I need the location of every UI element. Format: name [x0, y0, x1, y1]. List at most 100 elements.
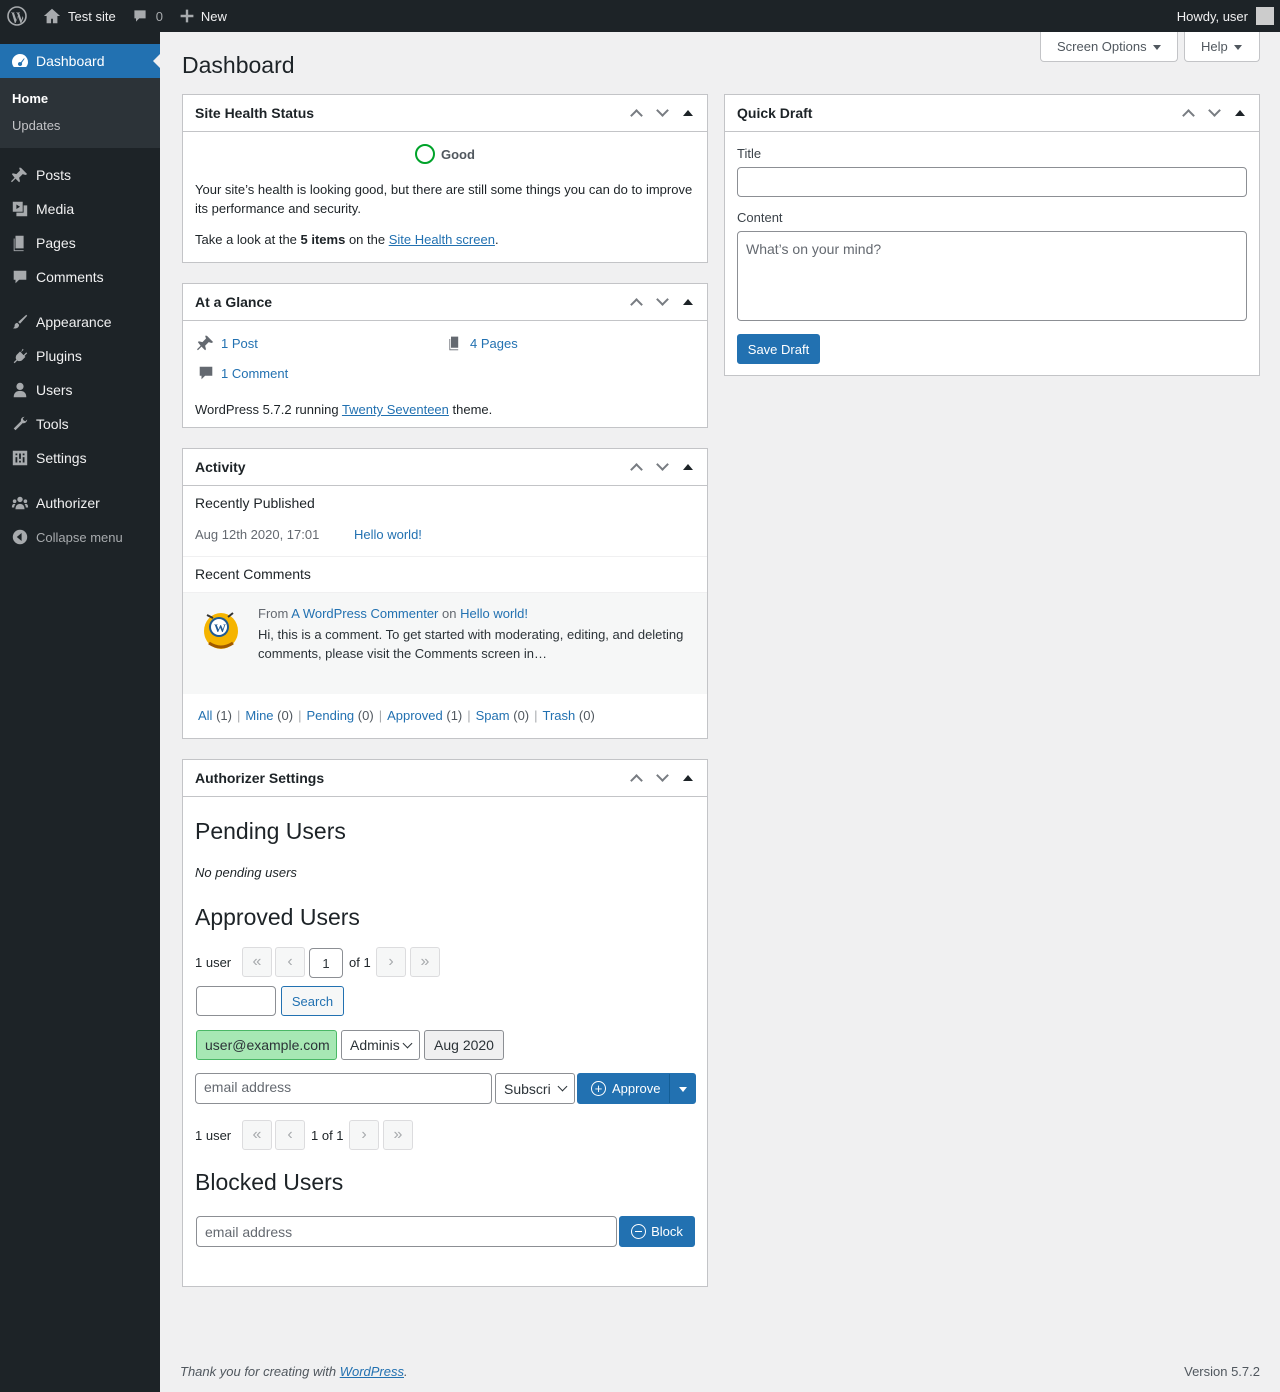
wordpress-logo-icon[interactable]	[0, 0, 35, 32]
new-label: New	[200, 8, 227, 24]
sidebar-item-users[interactable]: Users	[0, 373, 160, 407]
comments-link[interactable]: 0	[124, 0, 171, 32]
move-down-button[interactable]	[649, 284, 675, 320]
health-items-text: Take a look at the 5 items on the Site H…	[195, 232, 499, 247]
move-down-button[interactable]	[649, 449, 675, 485]
filter-mine-link[interactable]: Mine	[245, 708, 273, 723]
theme-link[interactable]: Twenty Seventeen	[342, 402, 449, 417]
sidebar-item-label: Comments	[36, 269, 104, 285]
block-email-input[interactable]: email address	[196, 1216, 617, 1247]
commenter-link[interactable]: A WordPress Commenter	[291, 606, 438, 621]
last-page-button[interactable]: »	[410, 947, 440, 977]
bottom-user-count: 1 user	[195, 1128, 232, 1143]
site-name-link[interactable]: Test site	[35, 0, 124, 32]
minus-circle-icon	[631, 1224, 647, 1239]
sidebar-item-posts[interactable]: Posts	[0, 158, 160, 192]
bottom-prev-page-button[interactable]: ‹	[275, 1120, 305, 1150]
toggle-panel-button[interactable]	[1227, 95, 1253, 131]
approved-user-email[interactable]: user@example.com	[196, 1030, 337, 1060]
blocked-users-heading: Blocked Users	[195, 1169, 344, 1195]
save-draft-button[interactable]: Save Draft	[737, 334, 820, 364]
draft-title-input[interactable]	[737, 167, 1247, 197]
sidebar-item-settings[interactable]: Settings	[0, 441, 160, 475]
sidebar-item-dashboard[interactable]: Dashboard	[0, 44, 160, 78]
screen-options-button[interactable]: Screen Options	[1040, 32, 1178, 62]
glance-comments[interactable]: 1 Comment	[197, 364, 288, 382]
block-button[interactable]: Block	[619, 1216, 695, 1247]
footer-version: Version 5.7.2	[1184, 1364, 1260, 1379]
dropdown-arrow-icon	[1233, 44, 1242, 54]
comment-filters: All (1) | Mine (0) | Pending (0) | Approved…	[198, 708, 595, 723]
posts-count-link[interactable]: 1 Post	[221, 336, 258, 351]
toggle-panel-button[interactable]	[675, 760, 701, 796]
sidebar-item-appearance[interactable]: Appearance	[0, 305, 160, 339]
toggle-panel-button[interactable]	[675, 95, 701, 131]
sidebar-item-comments[interactable]: Comments	[0, 260, 160, 294]
current-page-input[interactable]: 1	[309, 948, 343, 978]
move-up-button[interactable]	[623, 760, 649, 796]
my-account-link[interactable]: Howdy, user	[1169, 0, 1280, 32]
move-down-button[interactable]	[649, 95, 675, 131]
toggle-panel-button[interactable]	[675, 284, 701, 320]
collapse-menu-button[interactable]: Collapse menu	[0, 520, 160, 554]
move-up-button[interactable]	[623, 284, 649, 320]
recent-comments-heading: Recent Comments	[195, 566, 311, 582]
bottom-last-page-button[interactable]: »	[383, 1120, 413, 1150]
chevron-down-icon	[402, 1038, 413, 1049]
screen-options-label: Screen Options	[1057, 39, 1147, 54]
move-down-button[interactable]	[649, 760, 675, 796]
search-users-input[interactable]	[196, 986, 276, 1016]
search-button[interactable]: Search	[281, 986, 344, 1016]
approve-dropdown-toggle[interactable]	[669, 1074, 695, 1103]
comments-count-link[interactable]: 1 Comment	[221, 366, 288, 381]
help-button[interactable]: Help	[1184, 32, 1260, 62]
move-up-button[interactable]	[623, 449, 649, 485]
new-content-link[interactable]: New	[171, 0, 235, 32]
health-status: Good	[415, 144, 475, 164]
approve-button[interactable]: + Approve	[577, 1073, 696, 1104]
chevron-up-icon	[629, 109, 643, 122]
move-up-button[interactable]	[1175, 95, 1201, 131]
site-health-link[interactable]: Site Health screen	[389, 232, 495, 247]
sidebar-item-tools[interactable]: Tools	[0, 407, 160, 441]
comment-post-link[interactable]: Hello world!	[460, 606, 528, 621]
submenu-item-updates[interactable]: Updates	[0, 112, 160, 139]
approved-user-role-select[interactable]: Adminis	[341, 1030, 420, 1060]
new-user-email-input[interactable]: email address	[195, 1073, 492, 1104]
page-title: Dashboard	[182, 52, 295, 78]
health-status-label: Good	[441, 146, 475, 162]
filter-approved-link[interactable]: Approved	[387, 708, 443, 723]
new-user-role-select[interactable]: Subscri	[495, 1073, 575, 1104]
chevron-up-icon	[629, 298, 643, 311]
sidebar-item-plugins[interactable]: Plugins	[0, 339, 160, 373]
sidebar-item-pages[interactable]: Pages	[0, 226, 160, 260]
bottom-next-page-button[interactable]: ›	[349, 1120, 379, 1150]
filter-pending-link[interactable]: Pending	[306, 708, 354, 723]
sidebar-item-media[interactable]: Media	[0, 192, 160, 226]
first-page-button[interactable]: «	[242, 947, 272, 977]
chevron-down-icon	[655, 104, 669, 117]
pages-count-link[interactable]: 4 Pages	[470, 336, 518, 351]
draft-content-textarea[interactable]: What’s on your mind?	[737, 231, 1247, 321]
post-title-link[interactable]: Hello world!	[354, 527, 422, 542]
move-up-button[interactable]	[623, 95, 649, 131]
triangle-up-icon	[1235, 105, 1245, 116]
glance-posts[interactable]: 1 Post	[197, 334, 258, 352]
bottom-first-page-button[interactable]: «	[242, 1120, 272, 1150]
widget-header: Activity	[183, 449, 707, 486]
submenu-item-home[interactable]: Home	[0, 85, 160, 112]
filter-all-link[interactable]: All	[198, 708, 212, 723]
filter-trash-link[interactable]: Trash	[543, 708, 576, 723]
comment-icon	[10, 267, 30, 287]
move-down-button[interactable]	[1201, 95, 1227, 131]
sidebar-item-authorizer[interactable]: Authorizer	[0, 486, 160, 520]
toggle-panel-button[interactable]	[675, 449, 701, 485]
next-page-button[interactable]: ›	[376, 947, 406, 977]
filter-spam-link[interactable]: Spam	[476, 708, 510, 723]
sidebar-item-label: Settings	[36, 450, 87, 466]
wordpress-link[interactable]: WordPress	[340, 1364, 404, 1379]
prev-page-button[interactable]: ‹	[275, 947, 305, 977]
page-total: of 1	[349, 955, 371, 970]
chevron-down-icon	[655, 293, 669, 306]
glance-pages[interactable]: 4 Pages	[447, 334, 518, 352]
